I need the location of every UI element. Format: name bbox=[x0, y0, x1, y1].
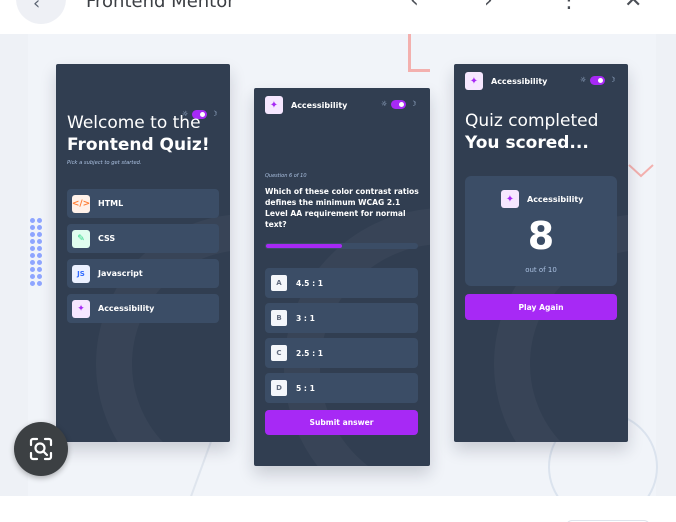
close-icon[interactable]: ✕ bbox=[624, 0, 642, 13]
question-number: Question 6 of 10 bbox=[265, 173, 307, 179]
accessibility-icon: ✦ bbox=[265, 96, 283, 114]
quiz-progress-fill bbox=[266, 244, 342, 248]
visual-search-icon bbox=[29, 437, 53, 461]
score-card: ✦ Accessibility 8 out of 10 bbox=[465, 176, 617, 286]
quiz-start-screen: ☼ ☽ Welcome to the Frontend Quiz! Pick a… bbox=[56, 64, 230, 442]
moon-icon: ☽ bbox=[609, 76, 616, 84]
preview-image: ☼ ☽ Welcome to the Frontend Quiz! Pick a… bbox=[0, 34, 676, 496]
submit-answer-button[interactable]: Submit answer bbox=[265, 410, 418, 435]
welcome-line2: Frontend Quiz! bbox=[67, 135, 210, 155]
option-text: 5 : 1 bbox=[296, 383, 315, 393]
quiz-question-screen: ✦ Accessibility ☼ ☽ Question 6 of 10 Whi… bbox=[254, 88, 430, 466]
accessibility-icon: ✦ bbox=[501, 190, 519, 208]
back-button[interactable]: ‹ bbox=[16, 0, 66, 24]
moon-icon: ☽ bbox=[211, 110, 218, 118]
decorative-shape bbox=[408, 34, 430, 72]
result-line2: You scored... bbox=[465, 133, 589, 153]
decorative-chevron bbox=[628, 164, 654, 178]
subject-item-accessibility[interactable]: ✦ Accessibility bbox=[67, 294, 219, 323]
subject-header: ✦ Accessibility bbox=[265, 96, 347, 114]
subject-item-html[interactable]: </> HTML bbox=[67, 189, 219, 218]
code-icon: </> bbox=[72, 194, 90, 213]
play-again-button[interactable]: Play Again bbox=[465, 294, 617, 320]
welcome-line1: Welcome to the bbox=[67, 113, 201, 133]
subject-title: Accessibility bbox=[491, 76, 548, 86]
theme-toggle[interactable]: ☼ ☽ bbox=[381, 100, 417, 109]
option-text: 2.5 : 1 bbox=[296, 348, 324, 358]
answer-option-a[interactable]: A 4.5 : 1 bbox=[265, 268, 418, 298]
toggle-switch[interactable] bbox=[590, 76, 606, 85]
subject-label: HTML bbox=[98, 199, 124, 208]
subject-label: Javascript bbox=[98, 269, 143, 278]
subject-label: Accessibility bbox=[98, 304, 155, 313]
subject-hint: Pick a subject to get started. bbox=[67, 160, 142, 166]
answer-option-c[interactable]: C 2.5 : 1 bbox=[265, 338, 418, 368]
more-vertical-icon[interactable]: ⋮ bbox=[558, 0, 580, 13]
answer-option-d[interactable]: D 5 : 1 bbox=[265, 373, 418, 403]
option-letter: A bbox=[271, 275, 287, 291]
subject-header: ✦ Accessibility bbox=[465, 72, 547, 90]
answer-option-b[interactable]: B 3 : 1 bbox=[265, 303, 418, 333]
subject-label: CSS bbox=[98, 234, 116, 243]
option-text: 3 : 1 bbox=[296, 313, 315, 323]
option-letter: D bbox=[271, 380, 287, 396]
question-text: Which of these color contrast ratios def… bbox=[265, 187, 419, 229]
accessibility-icon: ✦ bbox=[465, 72, 483, 90]
option-letter: C bbox=[271, 345, 287, 361]
theme-toggle[interactable]: ☼ ☽ bbox=[580, 76, 616, 85]
quiz-result-screen: ✦ Accessibility ☼ ☽ Quiz completed You s… bbox=[454, 64, 628, 442]
accessibility-icon: ✦ bbox=[72, 299, 90, 318]
toggle-switch[interactable] bbox=[391, 100, 407, 109]
quiz-progress-bar bbox=[265, 243, 418, 249]
subject-title: Accessibility bbox=[291, 100, 348, 110]
back-arrow-icon: ‹ bbox=[33, 0, 41, 14]
option-letter: B bbox=[271, 310, 287, 326]
moon-icon: ☽ bbox=[410, 100, 417, 108]
answer-options: A 4.5 : 1 B 3 : 1 C 2.5 : 1 D 5 : 1 bbox=[265, 268, 418, 408]
result-heading: Quiz completed You scored... bbox=[465, 110, 598, 154]
score-value: 8 bbox=[527, 214, 555, 258]
score-subject: ✦ Accessibility bbox=[501, 190, 583, 208]
score-total: out of 10 bbox=[525, 266, 557, 274]
visual-search-button[interactable] bbox=[14, 422, 68, 476]
score-subject-label: Accessibility bbox=[527, 194, 584, 204]
subject-item-css[interactable]: ✎ CSS bbox=[67, 224, 219, 253]
decorative-dots bbox=[30, 218, 44, 286]
chevron-right-icon[interactable]: › bbox=[484, 0, 493, 13]
js-icon: JS bbox=[72, 264, 90, 283]
app-top-bar: ‹ Frontend Mentor ‹ › ⋮ ✕ bbox=[0, 0, 676, 34]
subject-item-javascript[interactable]: JS Javascript bbox=[67, 259, 219, 288]
page-title: Frontend Mentor bbox=[86, 0, 235, 12]
sun-icon: ☼ bbox=[580, 76, 587, 84]
subject-list: </> HTML ✎ CSS JS Javascript ✦ Accessibi… bbox=[67, 189, 219, 329]
result-line1: Quiz completed bbox=[465, 111, 599, 131]
welcome-heading: Welcome to the Frontend Quiz! bbox=[67, 112, 210, 156]
chevron-left-icon[interactable]: ‹ bbox=[410, 0, 419, 13]
option-text: 4.5 : 1 bbox=[296, 278, 324, 288]
brush-icon: ✎ bbox=[72, 229, 90, 248]
bottom-area bbox=[0, 496, 676, 522]
sun-icon: ☼ bbox=[381, 100, 388, 108]
